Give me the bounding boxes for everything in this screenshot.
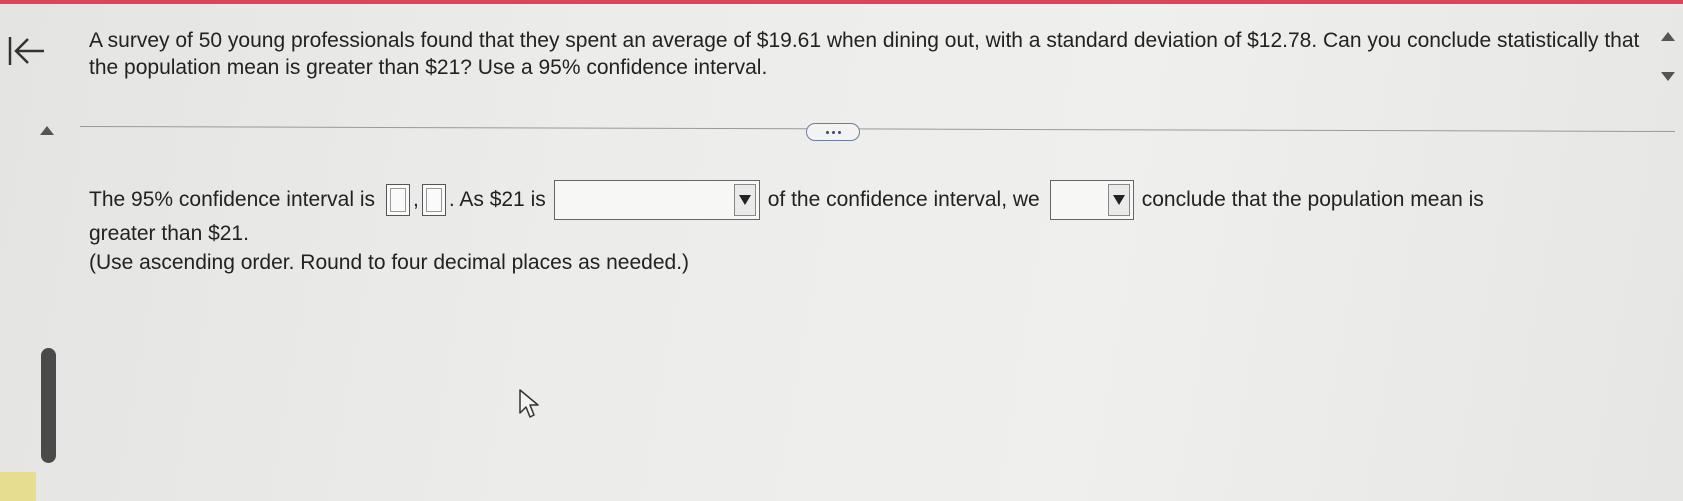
dropdown-arrow-icon[interactable] — [733, 184, 756, 216]
panel-scroll-down-icon[interactable] — [1661, 72, 1675, 81]
lower-bound-input[interactable] — [386, 184, 410, 216]
mouse-pointer-icon — [518, 388, 540, 422]
more-options-button[interactable] — [806, 123, 860, 141]
after-interval-text: . As $21 is — [448, 188, 546, 211]
scrollbar-thumb[interactable] — [41, 348, 56, 463]
answer-line-1: The 95% confidence interval is , . As $2… — [89, 180, 1669, 220]
more-dot — [837, 130, 841, 134]
dropdown-arrow-icon[interactable] — [1107, 184, 1130, 216]
instructions-text: (Use ascending order. Round to four deci… — [89, 251, 690, 274]
top-accent-bar — [0, 0, 1683, 4]
after-select2-text: conclude that the population mean is — [1141, 188, 1484, 211]
answer-line-2: greater than $21. — [89, 222, 249, 245]
interval-comma: , — [413, 188, 419, 211]
position-dropdown[interactable] — [553, 180, 760, 220]
answer-prefix: The 95% confidence interval is — [89, 188, 375, 211]
after-select1-text: of the confidence interval, we — [767, 188, 1040, 211]
corner-highlight — [0, 472, 36, 501]
panel-scroll-up-icon[interactable] — [1661, 32, 1675, 41]
upper-bound-input[interactable] — [421, 184, 446, 216]
scroll-up-arrow-icon[interactable] — [40, 126, 54, 135]
answer-area: The 95% confidence interval is , . As $2… — [89, 180, 1669, 278]
more-dot — [831, 130, 835, 134]
question-text: A survey of 50 young professionals found… — [89, 29, 1640, 79]
back-to-start-icon[interactable] — [6, 34, 46, 68]
more-dot — [825, 130, 829, 134]
divider — [79, 126, 1675, 133]
conclusion-dropdown[interactable] — [1049, 180, 1134, 220]
